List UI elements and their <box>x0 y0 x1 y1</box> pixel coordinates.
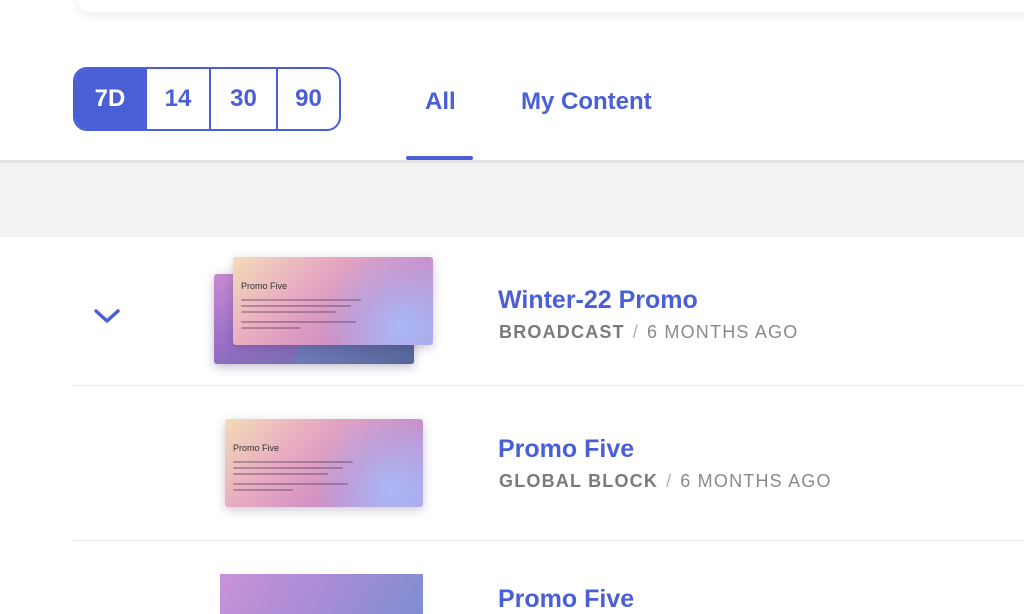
range-90-button[interactable]: 90 <box>276 69 339 129</box>
item-timestamp: 6 MONTHS AGO <box>680 471 832 491</box>
item-thumbnail[interactable] <box>220 574 423 614</box>
range-30-button[interactable]: 30 <box>209 69 276 129</box>
item-thumbnail[interactable]: Promo Five <box>233 257 433 345</box>
thumbnail-title: Promo Five <box>233 443 280 453</box>
list-header-band <box>0 163 1024 237</box>
item-title[interactable]: Promo Five <box>498 435 634 464</box>
chevron-down-icon[interactable] <box>92 304 122 326</box>
range-7d-button[interactable]: 7D <box>75 69 145 129</box>
item-type: BROADCAST <box>499 322 625 342</box>
item-type: GLOBAL BLOCK <box>499 471 659 491</box>
item-meta: BROADCAST / 6 MONTHS AGO <box>499 322 798 343</box>
meta-separator: / <box>632 322 639 342</box>
tab-my-content[interactable]: My Content <box>521 88 652 116</box>
item-timestamp: 6 MONTHS AGO <box>647 322 799 342</box>
item-title[interactable]: Promo Five <box>498 585 634 614</box>
date-range-selector: 7D 14 30 90 <box>73 67 341 131</box>
thumbnail-title: Promo Five <box>241 281 288 291</box>
range-14-button[interactable]: 14 <box>145 69 209 129</box>
row-divider <box>73 540 1024 541</box>
item-thumbnail[interactable]: Promo Five <box>225 419 423 507</box>
item-title[interactable]: Winter-22 Promo <box>498 286 698 315</box>
tab-all[interactable]: All <box>425 88 456 116</box>
item-meta: GLOBAL BLOCK / 6 MONTHS AGO <box>499 471 832 492</box>
row-divider <box>73 385 1024 386</box>
top-card <box>78 0 1024 12</box>
meta-separator: / <box>666 471 673 491</box>
